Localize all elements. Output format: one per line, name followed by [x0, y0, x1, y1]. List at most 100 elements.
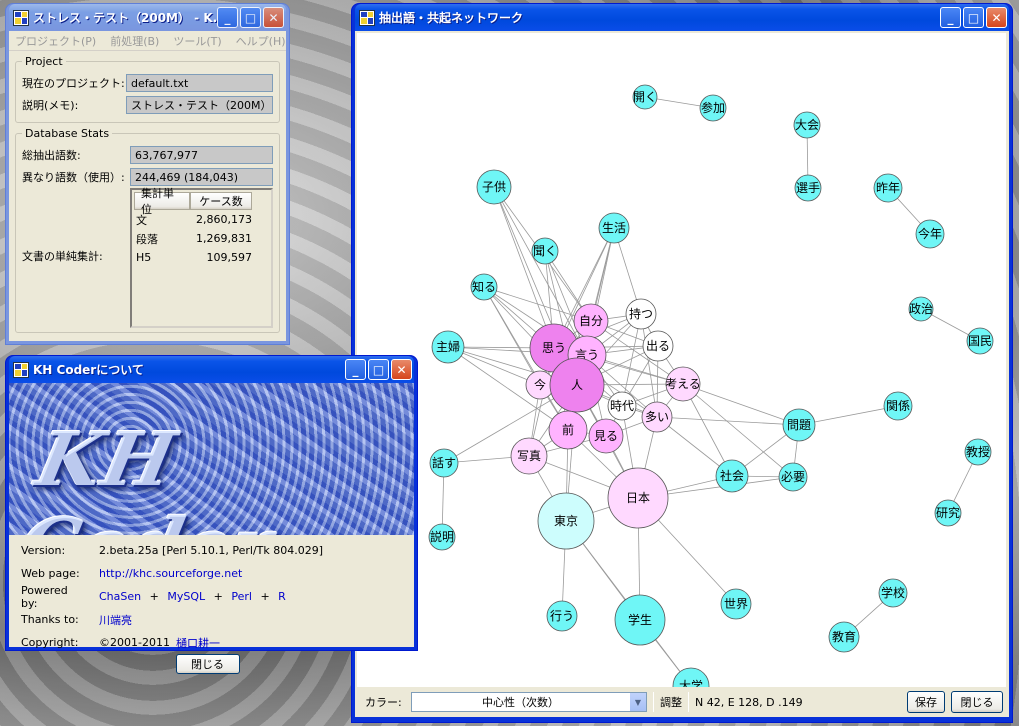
network-node[interactable]: 持つ: [625, 298, 657, 330]
network-node[interactable]: 人: [549, 357, 605, 413]
network-node[interactable]: 話す: [429, 448, 459, 478]
network-node[interactable]: 日本: [607, 467, 669, 529]
minimize-icon[interactable]: _: [940, 7, 961, 28]
network-node[interactable]: 生活: [598, 212, 630, 244]
network-node[interactable]: 研究: [934, 499, 962, 527]
menu-tools[interactable]: ツール(T): [173, 33, 221, 49]
network-node[interactable]: 東京: [537, 492, 595, 550]
network-titlebar[interactable]: 抽出語・共起ネットワーク _ □ ✕: [355, 4, 1009, 31]
group-legend: Database Stats: [25, 127, 110, 140]
node-label: 多い: [645, 410, 669, 424]
network-node[interactable]: 必要: [778, 462, 808, 492]
node-label: 人: [571, 378, 583, 392]
total-words-label: 総抽出語数:: [22, 149, 81, 162]
network-node[interactable]: 今年: [915, 219, 945, 249]
network-node[interactable]: 大学: [672, 667, 710, 705]
plus-sep: +: [260, 590, 270, 603]
network-node[interactable]: 出る: [642, 330, 674, 362]
maximize-icon[interactable]: □: [240, 7, 261, 28]
cooccurrence-network: 開く参加大会選手 昨年今年政治国民子供生活聞く知る主婦自分 持つ思う 言う出る今人考え…: [428, 84, 994, 705]
network-node[interactable]: 選手: [794, 174, 822, 202]
adjust-button[interactable]: 調整: [660, 694, 682, 710]
network-node[interactable]: 世界: [720, 588, 752, 620]
version-value: 2.beta.25a [Perl 5.10.1, Perl/Tk 804.029…: [99, 544, 324, 557]
table-cell-unit: 文: [136, 213, 147, 227]
network-node[interactable]: 子供: [476, 169, 512, 205]
network-node[interactable]: 国民: [966, 327, 994, 355]
minimize-icon[interactable]: _: [345, 359, 366, 380]
network-node[interactable]: 写真: [510, 437, 548, 475]
network-node[interactable]: 開く: [632, 84, 658, 110]
network-node[interactable]: 説明: [428, 523, 456, 551]
network-node[interactable]: 関係: [883, 391, 913, 421]
network-node[interactable]: 政治: [908, 296, 934, 322]
network-node[interactable]: 行う: [546, 600, 578, 632]
powered-link-mysql[interactable]: MySQL: [167, 590, 205, 603]
table-cell-count: 109,597: [206, 251, 253, 264]
app-icon: [13, 9, 29, 26]
network-node[interactable]: 自分: [573, 303, 609, 339]
network-node[interactable]: 聞く: [531, 237, 559, 265]
network-node[interactable]: 大会: [793, 111, 821, 139]
node-label: 昨年: [876, 181, 900, 195]
network-node[interactable]: 教育: [828, 621, 860, 653]
network-node[interactable]: 主婦: [431, 330, 465, 364]
network-node[interactable]: 時代: [607, 391, 637, 421]
save-button[interactable]: 保存: [907, 691, 945, 713]
network-node[interactable]: 見る: [588, 418, 624, 454]
project-titlebar[interactable]: ストレス・テスト（200M） - K... _ □ ✕: [9, 4, 286, 31]
node-label: 教育: [832, 629, 856, 644]
node-label: 大学: [679, 678, 703, 687]
powered-label: Powered by:: [21, 583, 68, 610]
network-node[interactable]: 知る: [470, 273, 498, 301]
table-header-unit[interactable]: 集計単位: [134, 187, 190, 216]
menu-preprocess[interactable]: 前処理(B): [110, 33, 159, 49]
network-node[interactable]: 教授: [964, 438, 992, 466]
node-label: 子供: [482, 180, 506, 194]
network-node[interactable]: 前: [548, 410, 588, 450]
network-node[interactable]: 考える: [665, 366, 701, 402]
chevron-down-icon[interactable]: ▼: [629, 693, 646, 711]
network-window: 抽出語・共起ネットワーク _ □ ✕ 開く 参加大会選手 昨年今年政治国民 子供生活聞…: [352, 4, 1012, 722]
about-titlebar[interactable]: KH Coderについて _ □ ✕: [9, 356, 414, 383]
plus-sep: +: [213, 590, 223, 603]
minimize-icon[interactable]: _: [217, 7, 238, 28]
network-node[interactable]: 学生: [614, 594, 666, 646]
node-label: 思う: [542, 341, 566, 355]
version-label: Version:: [21, 544, 66, 557]
powered-link-perl[interactable]: Perl: [231, 590, 252, 603]
table-header-count[interactable]: ケース数: [190, 192, 252, 210]
about-close-button[interactable]: 閉じる: [175, 654, 240, 674]
powered-link-chasen[interactable]: ChaSen: [99, 590, 141, 603]
node-label: 行う: [550, 609, 574, 623]
close-icon[interactable]: ✕: [391, 359, 412, 380]
author-link[interactable]: 樋口耕一: [176, 635, 220, 651]
node-label: 開く: [633, 90, 657, 104]
network-node[interactable]: 参加: [699, 94, 727, 122]
project-group: Project 現在のプロジェクト: default.txt 説明(メモ): ス…: [15, 55, 280, 123]
node-label: 今年: [918, 226, 942, 241]
network-node[interactable]: 問題: [782, 408, 816, 442]
network-node[interactable]: 昨年: [873, 173, 903, 203]
node-label: 研究: [936, 505, 960, 520]
maximize-icon[interactable]: □: [963, 7, 984, 28]
webpage-link[interactable]: http://khc.sourceforge.net: [83, 567, 242, 580]
node-label: 時代: [610, 399, 634, 413]
thanks-link[interactable]: 川端亮: [83, 612, 132, 628]
menu-project[interactable]: プロジェクト(P): [15, 33, 96, 49]
network-node[interactable]: 学校: [878, 578, 908, 608]
network-node[interactable]: 多い: [641, 401, 673, 433]
table-row: H5 109,597: [134, 248, 269, 267]
maximize-icon[interactable]: □: [368, 359, 389, 380]
close-icon[interactable]: ✕: [263, 7, 284, 28]
node-label: 自分: [579, 314, 603, 328]
close-button[interactable]: 閉じる: [951, 691, 1003, 713]
memo-label: 説明(メモ):: [22, 99, 79, 112]
close-icon[interactable]: ✕: [986, 7, 1007, 28]
color-select[interactable]: 中心性（次数） ▼: [411, 692, 647, 712]
network-node[interactable]: 社会: [715, 459, 749, 493]
menu-help[interactable]: ヘルプ(H): [236, 33, 286, 49]
powered-link-r[interactable]: R: [278, 590, 286, 603]
memo-field: ストレス・テスト（200M）: [126, 96, 273, 114]
network-stats: N 42, E 128, D .149: [695, 695, 803, 709]
